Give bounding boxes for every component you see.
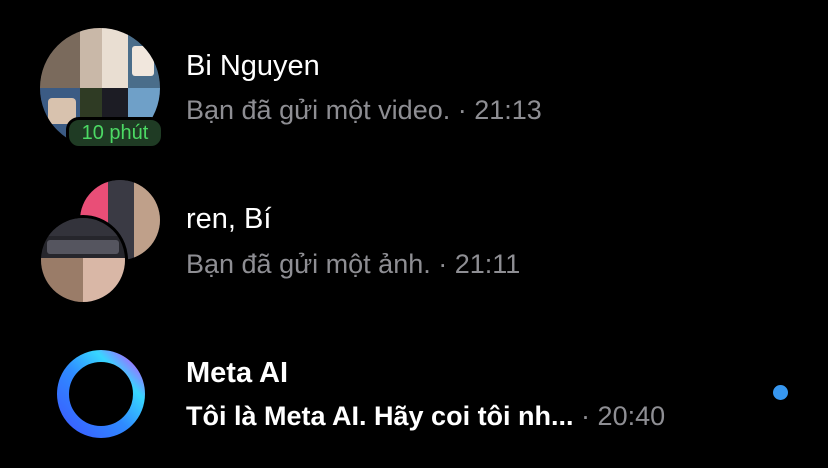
message-preview: Bạn đã gửi một video. (186, 95, 451, 125)
avatar-photo-tile (80, 28, 102, 88)
message-preview-line: Bạn đã gửi một ảnh. · 21:11 (186, 248, 520, 280)
message-preview-line: Bạn đã gửi một video. · 21:13 (186, 94, 542, 126)
conversation-row-meta-ai[interactable]: Meta AI Tôi là Meta AI. Hãy coi tôi nh..… (0, 318, 828, 468)
avatar-photo-tile (40, 28, 80, 88)
meta-ai-ring-icon (57, 350, 145, 438)
active-status-badge: 10 phút (66, 117, 164, 149)
conversation-row-ren-bi[interactable]: ren, Bí Bạn đã gửi một ảnh. · 21:11 (0, 160, 828, 310)
message-preview: Tôi là Meta AI. Hãy coi tôi nh... (186, 401, 574, 431)
group-avatar-front (38, 215, 128, 305)
avatar-photo-tile (132, 46, 154, 76)
unread-indicator-dot (773, 385, 788, 400)
conversation-name: ren, Bí (186, 203, 272, 235)
separator-dot: · (450, 95, 475, 125)
avatar-photo-tile (134, 180, 160, 260)
message-preview: Bạn đã gửi một ảnh. (186, 249, 431, 279)
avatar-photo-tile (41, 258, 83, 302)
conversation-name: Meta AI (186, 357, 289, 389)
separator-dot: · (573, 401, 598, 431)
message-time: 20:40 (597, 401, 666, 431)
conversation-name: Bi Nguyen (186, 50, 320, 82)
avatar-photo-tile (83, 258, 125, 302)
avatar-photo-tile (47, 240, 119, 254)
message-preview-line: Tôi là Meta AI. Hãy coi tôi nh... · 20:4… (186, 400, 665, 432)
conversation-row-bi-nguyen[interactable]: 10 phút Bi Nguyen Bạn đã gửi một video. … (0, 0, 828, 150)
message-time: 21:11 (454, 249, 521, 279)
avatar-photo-tile (102, 28, 128, 88)
avatar-photo-tile (41, 218, 125, 236)
message-time: 21:13 (474, 95, 542, 125)
separator-dot: · (430, 249, 455, 279)
